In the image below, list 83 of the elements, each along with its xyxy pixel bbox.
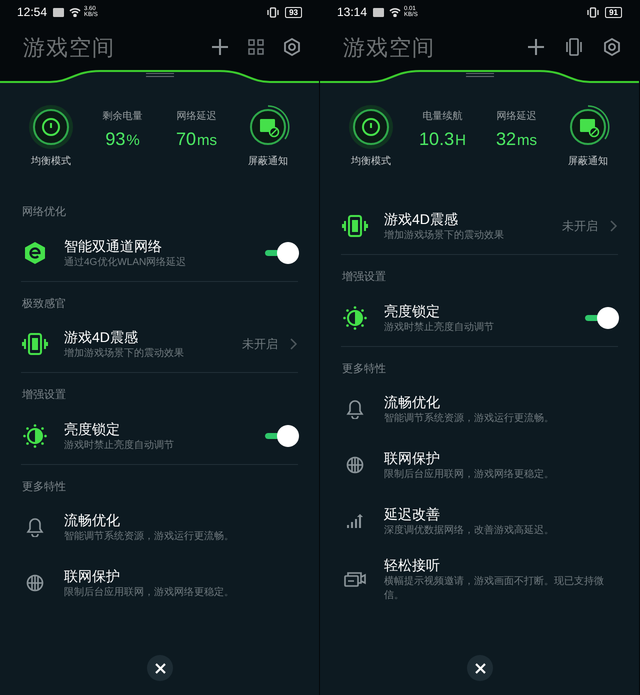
item-title: 联网保护 bbox=[384, 449, 441, 468]
wifi-icon bbox=[389, 7, 402, 17]
close-button[interactable] bbox=[147, 655, 173, 681]
item-title: 流畅优化 bbox=[384, 393, 441, 412]
e-hexagon-icon bbox=[22, 240, 48, 264]
stat-label: 网络延迟 bbox=[176, 110, 216, 124]
section-heading: 更多特性 bbox=[22, 480, 67, 494]
mode-label: 均衡模式 bbox=[351, 154, 391, 169]
item-subtitle: 智能调节系统资源，游戏运行更流畅。 bbox=[64, 530, 235, 544]
notify-label: 屏蔽通知 bbox=[248, 154, 288, 169]
item-title: 轻松接听 bbox=[384, 556, 441, 575]
section-heading: 增强设置 bbox=[22, 388, 67, 403]
battery-level: 93 bbox=[285, 6, 302, 18]
stat-label: 剩余电量 bbox=[102, 110, 142, 124]
vibrate-mode-icon bbox=[587, 6, 600, 18]
grid-icon[interactable] bbox=[248, 39, 264, 55]
clock-ring-icon[interactable] bbox=[28, 104, 74, 150]
section-heading: 更多特性 bbox=[342, 362, 387, 376]
item-subtitle: 限制后台应用联网，游戏网络更稳定。 bbox=[384, 468, 555, 482]
item-subtitle: 游戏时禁止亮度自动调节 bbox=[384, 320, 495, 334]
item-title: 联网保护 bbox=[64, 567, 121, 586]
item-title: 游戏4D震感 bbox=[384, 210, 459, 229]
toggle-switch[interactable] bbox=[583, 306, 619, 328]
item-subtitle: 增加游戏场景下的震动效果 bbox=[64, 347, 185, 361]
stat-unit: % bbox=[126, 131, 140, 151]
item-subtitle: 横幅提示视频邀请，游戏画面不打断。现已支持微信。 bbox=[384, 575, 605, 603]
close-icon bbox=[154, 662, 166, 674]
plus-icon[interactable] bbox=[211, 38, 229, 56]
item-subtitle: 游戏时禁止亮度自动调节 bbox=[64, 438, 175, 452]
plus-icon[interactable] bbox=[527, 38, 545, 56]
vibrating-phone-icon bbox=[22, 332, 48, 356]
stat-unit: H bbox=[455, 131, 466, 151]
item-title: 亮度锁定 bbox=[384, 302, 441, 320]
item-title: 智能双通道网络 bbox=[64, 236, 163, 256]
chevron-right-icon[interactable] bbox=[610, 220, 617, 232]
status-time: 13:14 bbox=[337, 4, 368, 21]
chevron-right-icon[interactable] bbox=[290, 338, 297, 350]
section-heading: 网络优化 bbox=[22, 205, 67, 220]
toggle-switch[interactable] bbox=[263, 424, 299, 446]
toggle-switch[interactable] bbox=[263, 242, 299, 264]
stat-value: 70 bbox=[176, 128, 196, 151]
mode-label: 均衡模式 bbox=[31, 154, 71, 169]
app-title: 游戏空间 bbox=[23, 34, 115, 62]
stat-label: 网络延迟 bbox=[496, 110, 536, 124]
item-title: 延迟改善 bbox=[384, 505, 441, 524]
battery-level: 91 bbox=[605, 6, 622, 18]
item-title: 流畅优化 bbox=[64, 511, 121, 530]
settings-icon[interactable] bbox=[603, 38, 621, 56]
app-title: 游戏空间 bbox=[343, 34, 435, 62]
phone-vibrate-icon[interactable] bbox=[564, 38, 584, 56]
item-subtitle: 增加游戏场景下的震动效果 bbox=[384, 229, 505, 243]
stat-value: 32 bbox=[496, 128, 516, 151]
notification-icon bbox=[373, 8, 384, 16]
item-subtitle: 限制后台应用联网，游戏网络更稳定。 bbox=[64, 586, 235, 600]
section-heading: 增强设置 bbox=[342, 270, 387, 285]
stat-value: 10.3 bbox=[419, 128, 454, 151]
vibrate-mode-icon bbox=[267, 6, 280, 18]
item-subtitle: 深度调优数据网络，改善游戏高延迟。 bbox=[384, 524, 555, 538]
notification-icon bbox=[53, 8, 64, 16]
item-subtitle: 通过4G优化WLAN网络延迟 bbox=[64, 256, 188, 270]
settings-icon[interactable] bbox=[283, 38, 301, 56]
drag-handle[interactable] bbox=[466, 73, 494, 77]
stat-unit: ms bbox=[197, 131, 218, 151]
item-subtitle: 智能调节系统资源，游戏运行更流畅。 bbox=[384, 412, 555, 426]
close-icon bbox=[474, 662, 486, 674]
clock-ring-icon[interactable] bbox=[348, 104, 394, 150]
section-heading: 极致感官 bbox=[22, 296, 67, 312]
brightness-icon bbox=[342, 306, 368, 330]
video-call-icon bbox=[342, 570, 368, 588]
item-value: 未开启 bbox=[562, 218, 598, 235]
drag-handle[interactable] bbox=[146, 73, 174, 77]
vibrating-phone-icon bbox=[342, 214, 368, 238]
brightness-icon bbox=[22, 424, 48, 448]
item-title: 亮度锁定 bbox=[64, 420, 121, 438]
item-value: 未开启 bbox=[242, 336, 278, 353]
close-button[interactable] bbox=[467, 655, 493, 681]
notify-label: 屏蔽通知 bbox=[568, 154, 608, 169]
stat-unit: ms bbox=[517, 131, 538, 151]
wifi-icon bbox=[69, 7, 82, 17]
stat-label: 电量续航 bbox=[422, 110, 462, 124]
stat-value: 93 bbox=[105, 128, 126, 151]
item-title: 游戏4D震感 bbox=[64, 328, 139, 347]
status-time: 12:54 bbox=[17, 4, 48, 21]
